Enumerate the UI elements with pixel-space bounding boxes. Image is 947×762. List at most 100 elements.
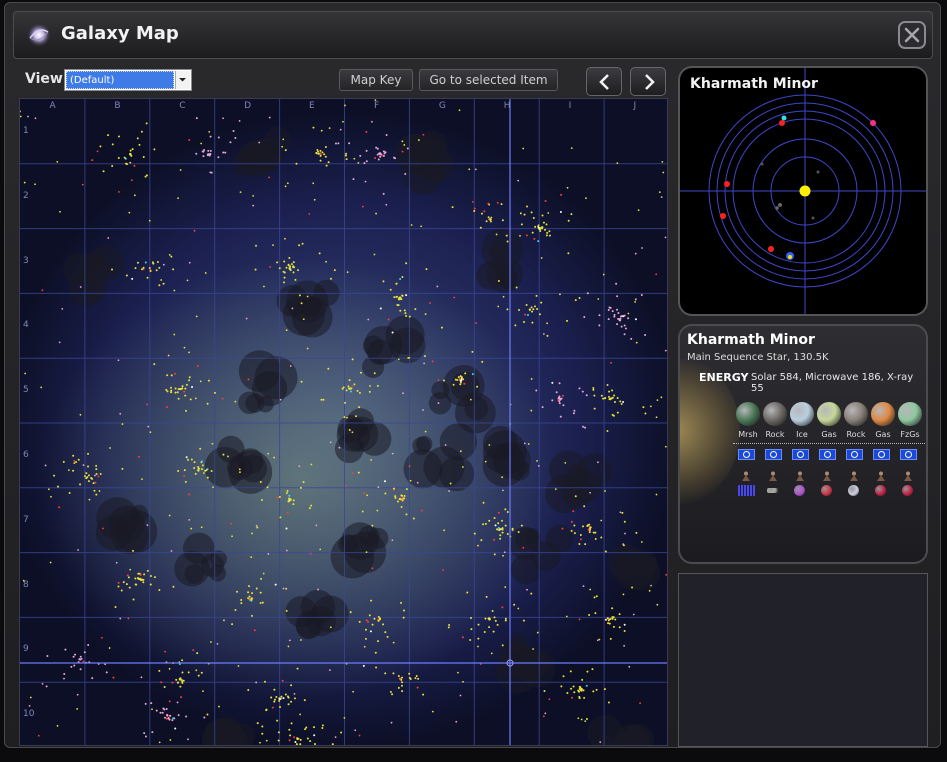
star-dot [490, 652, 493, 655]
star-dot [132, 598, 135, 601]
resource-icon[interactable] [848, 485, 859, 496]
star-dot [470, 616, 473, 619]
star-dot [87, 452, 90, 455]
galaxy-map[interactable]: A B C D E F G H I J 1 2 3 4 5 6 7 8 9 10 [19, 98, 668, 746]
star-dot [405, 513, 408, 516]
facility-icon[interactable] [873, 449, 890, 460]
star-dot [317, 588, 319, 591]
star-dot [586, 292, 589, 295]
star-dot [401, 140, 404, 143]
star-dot [313, 734, 316, 737]
view-select[interactable]: (Default) [64, 69, 192, 91]
star-dot [188, 376, 191, 379]
star-dot [459, 383, 462, 386]
population-icon [768, 466, 778, 481]
star-dot [318, 252, 321, 255]
star-dot [484, 460, 487, 463]
map-key-button[interactable]: Map Key [339, 69, 413, 91]
star-dot [602, 273, 605, 276]
star-dot [320, 129, 323, 132]
facility-icon[interactable] [738, 449, 755, 460]
planet-icon[interactable] [844, 402, 868, 426]
star-dot [609, 637, 612, 640]
star-dot [351, 358, 354, 361]
goto-selected-button[interactable]: Go to selected Item [419, 69, 558, 91]
star-dot [370, 459, 373, 461]
star-dot [555, 391, 558, 394]
planet-icon[interactable] [790, 402, 814, 426]
facility-icon[interactable] [846, 449, 863, 460]
resource-icon[interactable] [794, 485, 805, 496]
star-dot [623, 644, 626, 647]
star-dot [401, 499, 404, 502]
star-dot [402, 609, 405, 612]
planet-type-label: Rock [846, 430, 866, 439]
star-dot [365, 130, 368, 133]
star-dot [361, 510, 364, 513]
star-dot [530, 211, 533, 214]
star-dot [256, 722, 259, 725]
planet-icon[interactable] [763, 402, 787, 426]
star-dot [573, 532, 576, 535]
close-button[interactable] [898, 21, 926, 49]
next-button[interactable] [630, 67, 666, 96]
star-dot [635, 531, 638, 534]
resource-icon[interactable] [821, 485, 832, 496]
star-dot [631, 586, 634, 589]
facility-icon[interactable] [792, 449, 809, 460]
star-dot [184, 394, 187, 397]
planet-icon[interactable] [871, 402, 895, 426]
star-dot [628, 665, 631, 668]
star-dot [87, 465, 90, 468]
star-dot [535, 294, 538, 297]
star-dot [287, 263, 290, 266]
facility-icon[interactable] [819, 449, 836, 460]
resource-icon[interactable] [767, 488, 778, 493]
chevron-down-icon[interactable] [175, 71, 190, 89]
star-dot [111, 143, 114, 146]
resource-icon[interactable] [902, 485, 913, 496]
star-dot [524, 313, 527, 316]
previous-button[interactable] [586, 67, 622, 96]
resource-icon[interactable] [875, 485, 886, 496]
star-dot [541, 214, 544, 217]
star-dot [379, 307, 382, 310]
star-dot [376, 153, 379, 156]
star-dot [183, 469, 186, 472]
star-dot [501, 606, 504, 609]
star-dot [160, 681, 163, 684]
star-dot [179, 685, 182, 688]
star-dot [580, 718, 583, 721]
planet-icon[interactable] [736, 402, 760, 426]
star-dot [380, 154, 383, 157]
planet-marker [781, 115, 787, 121]
planet-icon[interactable] [898, 402, 922, 426]
star-dot [217, 136, 220, 139]
star-dot [153, 363, 156, 366]
planet-icon[interactable] [817, 402, 841, 426]
star-dot [611, 389, 614, 392]
star-dot [44, 464, 47, 467]
star-dot [252, 194, 255, 197]
planet-type-label: Gas [875, 430, 891, 439]
star-dot [195, 117, 198, 120]
system-orbit-view[interactable]: Kharmath Minor [678, 66, 928, 316]
star-dot [613, 313, 616, 316]
star-dot [166, 374, 169, 377]
star-dot [608, 618, 611, 621]
star-dot [623, 314, 626, 317]
star-dot [551, 381, 554, 384]
star-dot [593, 596, 596, 599]
star-dot [344, 485, 347, 487]
star-dot [58, 341, 61, 344]
star-dot [303, 699, 306, 702]
facility-icon[interactable] [900, 449, 917, 460]
star-dot [573, 524, 576, 527]
star-dot [591, 668, 594, 671]
star-dot [164, 716, 167, 719]
star-dot [620, 403, 623, 406]
resource-icon[interactable] [738, 485, 755, 496]
star-dot [108, 647, 111, 649]
facility-icon[interactable] [765, 449, 782, 460]
star-dot [487, 216, 490, 219]
